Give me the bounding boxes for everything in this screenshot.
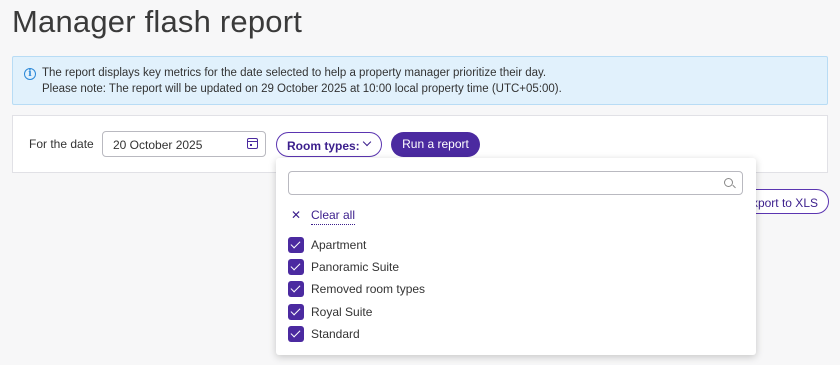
option-label: Royal Suite — [311, 305, 373, 319]
checkbox-checked[interactable] — [288, 259, 304, 275]
close-icon: ✕ — [291, 208, 302, 222]
search-input[interactable] — [288, 171, 743, 195]
room-types-dropdown: ✕ Clear all Apartment Panoramic Suite Rem… — [276, 158, 756, 355]
chevron-down-icon — [362, 137, 372, 147]
checkbox-checked[interactable] — [288, 281, 304, 297]
info-text-line-2: Please note: The report will be updated … — [42, 83, 562, 95]
search-icon — [724, 178, 733, 187]
run-report-button[interactable]: Run a report — [391, 132, 480, 157]
info-icon: i — [24, 68, 36, 80]
clear-all-button[interactable]: ✕ Clear all — [291, 208, 356, 225]
date-value: 20 October 2025 — [113, 138, 203, 152]
info-text-line-1: The report displays key metrics for the … — [42, 67, 547, 79]
option-label: Apartment — [311, 238, 367, 252]
page-title: Manager flash report — [12, 4, 303, 39]
clear-all-label: Clear all — [311, 208, 356, 225]
option-label: Panoramic Suite — [311, 260, 400, 274]
room-types-button[interactable]: Room types: — [276, 132, 382, 157]
option-label: Removed room types — [311, 282, 426, 296]
info-banner: i The report displays key metrics for th… — [12, 56, 828, 105]
date-field[interactable]: 20 October 2025 — [102, 131, 266, 157]
checkbox-checked[interactable] — [288, 304, 304, 320]
checkbox-checked[interactable] — [288, 326, 304, 342]
calendar-icon[interactable] — [247, 138, 258, 149]
room-types-label: Room types: — [287, 139, 360, 153]
date-label: For the date — [29, 137, 94, 151]
option-label: Standard — [311, 327, 360, 341]
checkbox-checked[interactable] — [288, 237, 304, 253]
